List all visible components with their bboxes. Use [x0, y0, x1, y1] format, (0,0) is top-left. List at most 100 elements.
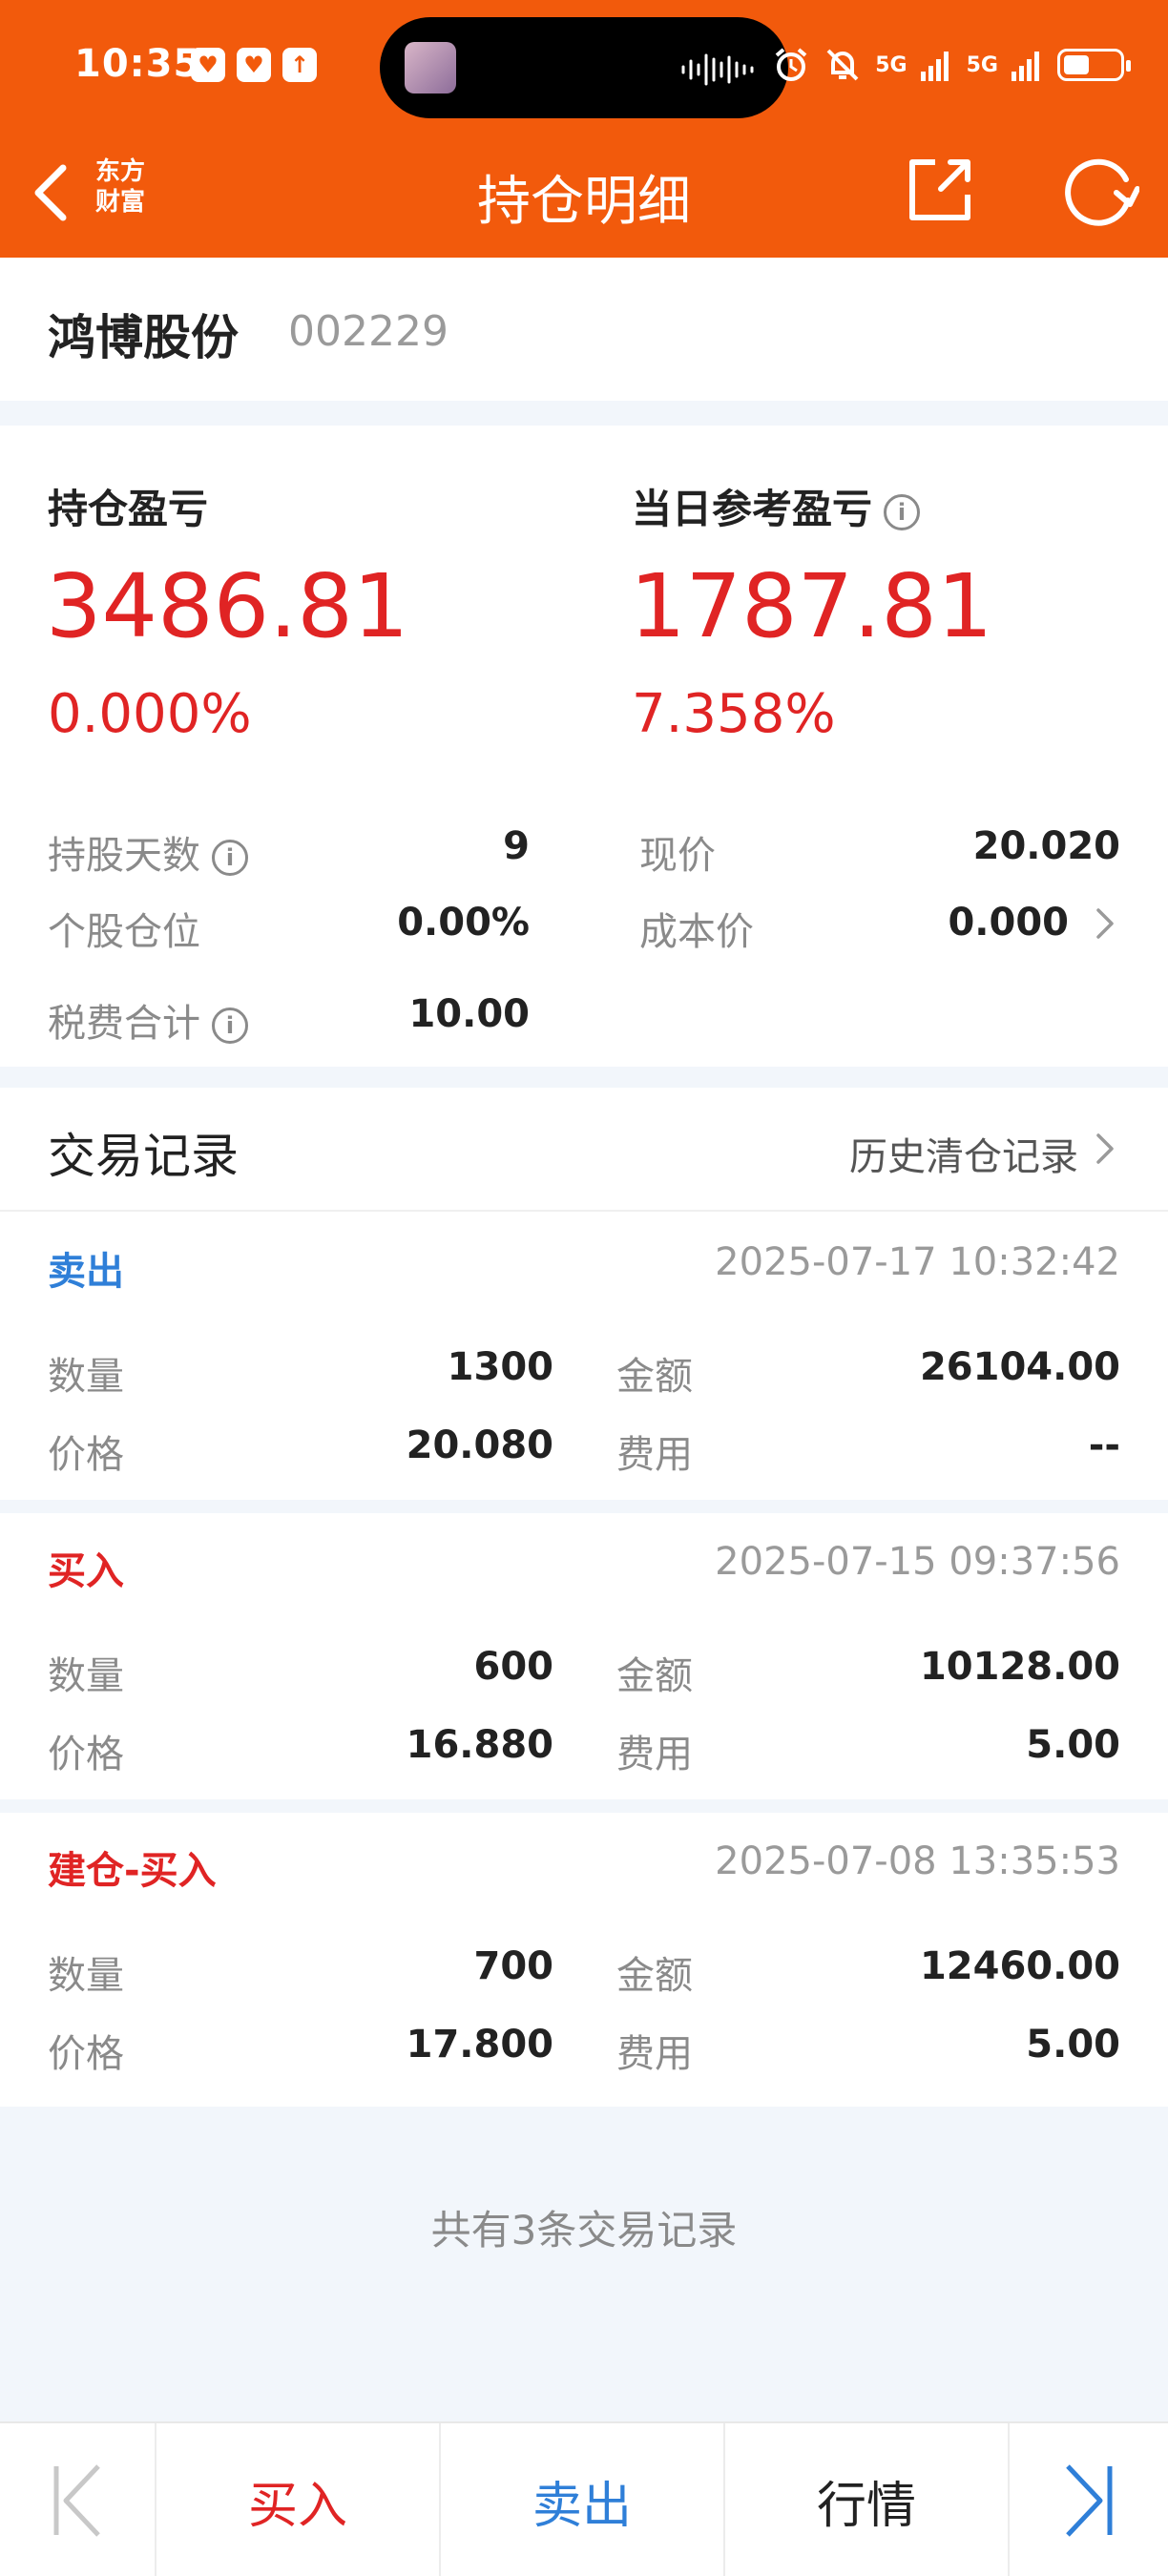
fee-label: 费用 — [616, 2032, 693, 2076]
nav-bar: 东方 财富 持仓明细 — [0, 134, 1168, 258]
price-value: 17.800 — [406, 2023, 553, 2067]
amount-value: 12460.00 — [919, 1944, 1120, 1988]
price-value: 20.080 — [406, 1423, 553, 1467]
trade-type: 买入 — [48, 1549, 124, 1593]
trade-type: 建仓-买入 — [48, 1849, 217, 1893]
hold-days-label: 持股天数 i — [48, 824, 248, 880]
share-icon[interactable] — [903, 151, 979, 227]
position-pnl-value: 3486.81 — [46, 555, 409, 657]
trade-record: 建仓-买入 2025-07-08 13:35:53 数量 700 金额 1246… — [0, 1813, 1168, 2099]
top-header: 10:35 ♥ ♥ ↑ 5G 5G 东方 财富 持仓明细 — [0, 0, 1168, 258]
qty-value: 700 — [473, 1944, 554, 1988]
chevron-right-icon[interactable] — [1094, 1130, 1116, 1168]
trade-records-header: 交易记录 历史清仓记录 — [0, 1088, 1168, 1212]
signal-icon — [920, 52, 949, 81]
last-page-icon — [1066, 2464, 1113, 2537]
heart-app-icon-2: ♥ — [237, 48, 271, 82]
cost-price-label[interactable]: 成本价 — [639, 901, 754, 956]
trade-records-title: 交易记录 — [48, 1129, 239, 1184]
daily-pnl-percent: 7.358% — [632, 683, 836, 745]
daily-pnl-value: 1787.81 — [630, 555, 993, 657]
fee-value: 5.00 — [1026, 1723, 1120, 1767]
dynamic-island — [380, 17, 788, 118]
next-stock-button[interactable] — [1010, 2423, 1168, 2576]
stock-header: 鸿博股份 002229 — [0, 258, 1168, 401]
fee-value: 5.00 — [1026, 2023, 1120, 2067]
position-pnl-label: 持仓盈亏 — [48, 477, 208, 535]
position-ratio-label: 个股仓位 — [48, 910, 200, 954]
records-count: 共有3条交易记录 — [430, 2207, 738, 2254]
amount-label: 金额 — [616, 1954, 693, 1998]
prev-stock-button[interactable] — [0, 2423, 156, 2576]
amount-value: 10128.00 — [919, 1645, 1120, 1689]
network-label-1: 5G — [875, 52, 907, 77]
stock-code: 002229 — [288, 307, 448, 356]
record-divider — [0, 1799, 1168, 1813]
section-divider — [0, 1067, 1168, 1088]
info-icon[interactable]: i — [884, 493, 921, 530]
sell-button[interactable]: 卖出 — [441, 2423, 725, 2576]
mute-bell-icon — [826, 49, 859, 81]
price-label: 价格 — [48, 2032, 124, 2076]
qty-label: 数量 — [48, 1654, 124, 1698]
battery-icon — [1057, 49, 1131, 81]
hold-days-value: 9 — [503, 824, 530, 868]
amount-label: 金额 — [616, 1654, 693, 1698]
buy-button[interactable]: 买入 — [156, 2423, 441, 2576]
qty-label: 数量 — [48, 1954, 124, 1998]
bottom-action-bar: 买入 卖出 行情 — [0, 2421, 1168, 2576]
audio-wave-icon — [681, 53, 754, 86]
tax-total-label: 税费合计 i — [48, 992, 248, 1048]
price-value: 16.880 — [406, 1723, 553, 1767]
daily-pnl-label: 当日参考盈亏 i — [632, 477, 921, 535]
record-divider — [0, 1500, 1168, 1513]
cost-price-value[interactable]: 0.000 — [859, 901, 1069, 945]
refresh-icon[interactable] — [1057, 151, 1139, 233]
section-divider — [0, 401, 1168, 426]
status-icons: 5G 5G — [772, 46, 1131, 84]
qty-value: 600 — [473, 1645, 554, 1689]
upload-icon: ↑ — [282, 48, 317, 82]
info-icon[interactable]: i — [212, 1008, 248, 1044]
daily-pnl-label-text: 当日参考盈亏 — [632, 486, 873, 532]
alarm-icon — [775, 48, 807, 81]
trade-record: 卖出 2025-07-17 10:32:42 数量 1300 金额 26104.… — [0, 1214, 1168, 1500]
price-label: 价格 — [48, 1733, 124, 1776]
page-title: 持仓明细 — [477, 171, 691, 233]
price-label: 价格 — [48, 1433, 124, 1477]
trade-record: 买入 2025-07-15 09:37:56 数量 600 金额 10128.0… — [0, 1513, 1168, 1799]
media-avatar — [405, 42, 456, 93]
trade-type: 卖出 — [48, 1250, 124, 1294]
status-time: 10:35 — [74, 42, 201, 86]
fee-label: 费用 — [616, 1733, 693, 1776]
position-pnl-label-text: 持仓盈亏 — [48, 486, 209, 532]
stock-name: 鸿博股份 — [48, 310, 239, 365]
network-label-2: 5G — [966, 52, 998, 77]
position-ratio-value: 0.00% — [397, 901, 530, 945]
signal-icon-2 — [1012, 52, 1039, 81]
hold-days-label-text: 持股天数 — [48, 834, 200, 878]
tax-total-label-text: 税费合计 — [48, 1002, 200, 1046]
amount-label: 金额 — [616, 1355, 693, 1399]
quote-button[interactable]: 行情 — [725, 2423, 1010, 2576]
current-price-value: 20.020 — [972, 824, 1120, 868]
trade-time: 2025-07-17 10:32:42 — [715, 1240, 1120, 1284]
info-icon[interactable]: i — [212, 840, 248, 876]
trade-time: 2025-07-08 13:35:53 — [715, 1839, 1120, 1883]
status-bar: 10:35 ♥ ♥ ↑ 5G 5G — [0, 0, 1168, 134]
chevron-right-icon[interactable] — [1094, 904, 1116, 943]
qty-label: 数量 — [48, 1355, 124, 1399]
records-footer: 共有3条交易记录 — [0, 2107, 1168, 2421]
fee-value: -- — [1088, 1423, 1120, 1467]
position-pnl-percent: 0.000% — [48, 683, 252, 745]
tax-total-value: 10.00 — [408, 992, 530, 1036]
amount-value: 26104.00 — [919, 1345, 1120, 1389]
first-page-icon — [53, 2464, 100, 2537]
history-clear-link[interactable]: 历史清仓记录 — [849, 1126, 1078, 1181]
fee-label: 费用 — [616, 1433, 693, 1477]
heart-app-icon: ♥ — [191, 48, 225, 82]
current-price-label: 现价 — [639, 834, 716, 878]
pnl-summary: 持仓盈亏 当日参考盈亏 i 3486.81 1787.81 0.000% 7.35… — [0, 426, 1168, 1067]
qty-value: 1300 — [447, 1345, 553, 1389]
trade-time: 2025-07-15 09:37:56 — [715, 1540, 1120, 1584]
